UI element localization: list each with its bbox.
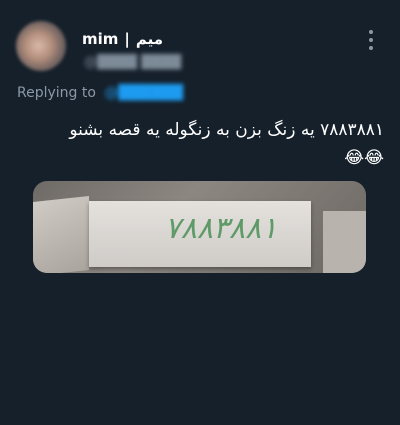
author-name-persian[interactable]: میم — [136, 30, 163, 48]
more-options-button[interactable] — [364, 28, 378, 52]
tweet-emojis: 😂😂 — [344, 148, 384, 168]
replying-to-label: Replying to — [17, 85, 96, 101]
avatar[interactable] — [16, 21, 66, 71]
reply-handle-blurred[interactable]: @██████ — [104, 85, 183, 101]
tweet-body: ۷۸۸۳۸۸۱ یه زنگ بزن به زنگوله یه قصه بشنو… — [16, 116, 384, 172]
more-vertical-icon — [369, 30, 373, 34]
replying-to: Replying to @██████ — [17, 85, 183, 101]
tweet-text: ۷۸۸۳۸۸۱ یه زنگ بزن به زنگوله یه قصه بشنو — [69, 120, 384, 140]
author-name-row[interactable]: mim | میم — [82, 28, 163, 50]
tweet-media-image[interactable]: ۷۸۸۳۸۸۱ — [33, 181, 366, 273]
author-name[interactable]: mim — [82, 30, 118, 48]
author-handle-blurred: @████ ████ — [84, 55, 182, 70]
paper-scrap — [33, 196, 89, 273]
paper-scrap — [323, 211, 366, 273]
handwritten-number: ۷۸۸۳۸۸۱ — [164, 211, 278, 246]
name-separator: | — [124, 30, 130, 48]
